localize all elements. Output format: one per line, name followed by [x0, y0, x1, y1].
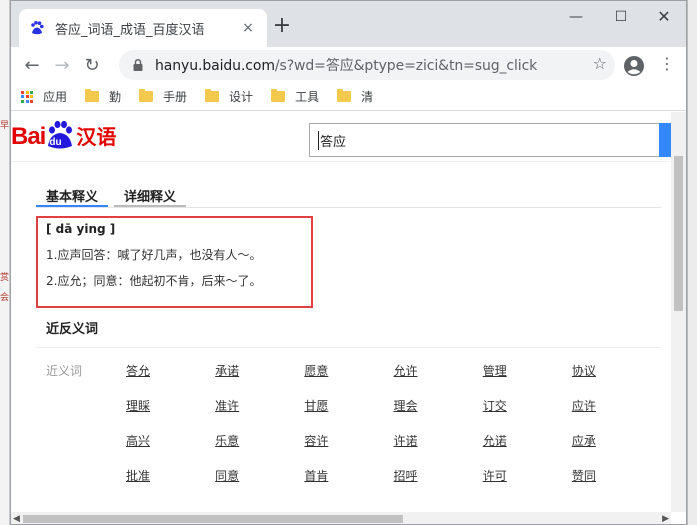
- synonym-link[interactable]: 乐意: [215, 432, 304, 467]
- synonym-link[interactable]: 协议: [572, 362, 661, 397]
- synonym-link[interactable]: 准许: [215, 397, 304, 432]
- folder-icon: [337, 89, 352, 102]
- baidu-hanyu-logo[interactable]: Bai du 汉语: [11, 120, 116, 150]
- account-icon[interactable]: [623, 55, 645, 77]
- synonym-link[interactable]: 高兴: [126, 432, 215, 467]
- minimize-button[interactable]: —: [556, 5, 596, 29]
- bookmark-folder[interactable]: 勤: [85, 88, 121, 105]
- background-text: 早: [0, 121, 10, 131]
- synonym-row: 批准 同意 首肯 招呼 许可 赞同: [126, 467, 661, 502]
- bookmark-label: 工具: [295, 90, 320, 104]
- browser-window: 答应_词语_成语_百度汉语 × + — ☐ ✕ ← → ↻ hanyu.baid…: [10, 0, 687, 525]
- back-button[interactable]: ←: [17, 50, 47, 80]
- url-path: /s?wd=答应&ptype=zici&tn=sug_click: [274, 58, 538, 74]
- lock-icon: [133, 58, 143, 71]
- logo-text-du: du: [49, 137, 62, 148]
- synonym-link[interactable]: 理睬: [126, 397, 215, 432]
- search-input-value: 答应: [318, 130, 346, 150]
- bookmark-label: 手册: [163, 90, 188, 104]
- search-input[interactable]: 答应: [309, 123, 661, 157]
- background-window-edge: 早 赏 会: [0, 0, 10, 525]
- bookmark-apps[interactable]: 应用: [21, 88, 67, 105]
- baidu-favicon-icon: [31, 21, 44, 35]
- horizontal-scrollbar[interactable]: ◀ ▶: [11, 512, 671, 524]
- folder-icon: [205, 89, 220, 102]
- synonym-link[interactable]: 允许: [394, 362, 483, 397]
- reload-button[interactable]: ↻: [77, 50, 107, 80]
- url-text: hanyu.baidu.com/s?wd=答应&ptype=zici&tn=su…: [155, 55, 537, 75]
- tab-strip: 答应_词语_成语_百度汉语 × + — ☐ ✕: [11, 1, 686, 47]
- tab-title: 答应_词语_成语_百度汉语: [55, 22, 205, 38]
- synonym-link[interactable]: 同意: [215, 467, 304, 502]
- tab-close-icon[interactable]: ×: [239, 20, 257, 36]
- bookmark-folder[interactable]: 清: [337, 88, 373, 105]
- background-window-edge-right: [687, 0, 697, 525]
- synonym-row: 答允 承诺 愿意 允许 管理 协议: [126, 362, 661, 397]
- browser-menu-icon[interactable]: ⋮: [659, 52, 675, 76]
- folder-icon: [139, 89, 154, 102]
- bookmarks-bar: 应用 勤 手册 设计 工具 清: [11, 83, 686, 111]
- scroll-right-arrow-icon[interactable]: ▶: [662, 514, 669, 524]
- synonym-link[interactable]: 甘愿: [304, 397, 393, 432]
- close-window-button[interactable]: ✕: [644, 5, 684, 29]
- synonym-link[interactable]: 容许: [304, 432, 393, 467]
- synonym-link[interactable]: 招呼: [394, 467, 483, 502]
- tab-basic-definition[interactable]: 基本释义: [36, 176, 109, 207]
- browser-tab[interactable]: 答应_词语_成语_百度汉语 ×: [19, 9, 267, 47]
- synonym-link[interactable]: 承诺: [215, 362, 304, 397]
- definition-tabs: 基本释义 详细释义: [36, 176, 661, 208]
- synonym-link[interactable]: 答允: [126, 362, 215, 397]
- baidu-paw-icon: du: [46, 120, 74, 150]
- logo-text-hanyu: 汉语: [76, 125, 117, 149]
- scroll-left-arrow-icon[interactable]: ◀: [13, 514, 20, 524]
- site-header: Bai du 汉语 答应: [11, 112, 686, 162]
- search-button[interactable]: [659, 123, 671, 157]
- synonym-link[interactable]: 订交: [483, 397, 572, 432]
- bookmark-label: 勤: [109, 90, 122, 104]
- basic-definition-block: [ dā ying ] 1.应声回答：喊了好几声，也没有人～。 2.应允；同意：…: [36, 208, 661, 308]
- synonym-row: 理睬 准许 甘愿 理会 订交 应许: [126, 397, 661, 432]
- main-content: 基本释义 详细释义 [ dā ying ] 1.应声回答：喊了好几声，也没有人～…: [36, 176, 661, 502]
- synonym-link[interactable]: 允诺: [483, 432, 572, 467]
- synonym-link[interactable]: 愿意: [304, 362, 393, 397]
- new-tab-button[interactable]: +: [269, 15, 295, 37]
- address-bar[interactable]: hanyu.baidu.com/s?wd=答应&ptype=zici&tn=su…: [119, 50, 615, 80]
- synonym-link[interactable]: 应承: [572, 432, 661, 467]
- bookmark-label: 设计: [229, 90, 254, 104]
- bookmark-folder[interactable]: 工具: [271, 88, 319, 105]
- page-viewport: Bai du 汉语 答应 基本释义 详细释义 [dā ying] 1.应声回…: [11, 112, 686, 524]
- folder-icon: [271, 89, 286, 102]
- browser-toolbar: ← → ↻ hanyu.baidu.com/s?wd=答应&ptype=zici…: [11, 47, 686, 83]
- annotation-highlight-box: [36, 216, 313, 308]
- synonym-link[interactable]: 批准: [126, 467, 215, 502]
- bookmark-label: 应用: [43, 90, 68, 104]
- synonym-link[interactable]: 理会: [394, 397, 483, 432]
- background-text: 会: [0, 293, 10, 303]
- bookmark-star-icon[interactable]: ☆: [593, 54, 607, 73]
- synonym-grid: 近义词 答允 承诺 愿意 允许 管理 协议 理睬 准许 甘愿 理会 订交 应许: [36, 348, 661, 502]
- forward-button[interactable]: →: [47, 50, 77, 80]
- apps-grid-icon: [21, 90, 33, 103]
- bookmark-label: 清: [361, 90, 374, 104]
- synonym-row: 高兴 乐意 容许 许诺 允诺 应承: [126, 432, 661, 467]
- bookmark-folder[interactable]: 手册: [139, 88, 187, 105]
- vertical-scrollbar[interactable]: [671, 112, 686, 512]
- synonym-link[interactable]: 应许: [572, 397, 661, 432]
- logo-text-bai: Bai: [11, 123, 46, 150]
- maximize-button[interactable]: ☐: [601, 5, 641, 29]
- background-text: 赏: [0, 273, 10, 283]
- url-host: hanyu.baidu.com: [155, 58, 275, 74]
- folder-icon: [85, 89, 100, 102]
- synonym-link[interactable]: 许可: [483, 467, 572, 502]
- horizontal-scroll-thumb[interactable]: [23, 515, 403, 523]
- bookmark-folder[interactable]: 设计: [205, 88, 253, 105]
- synonym-link[interactable]: 管理: [483, 362, 572, 397]
- synonym-link[interactable]: 首肯: [304, 467, 393, 502]
- synonym-link[interactable]: 赞同: [572, 467, 661, 502]
- vertical-scroll-thumb[interactable]: [674, 156, 683, 311]
- synonym-label: 近义词: [46, 364, 83, 378]
- synonym-link[interactable]: 许诺: [394, 432, 483, 467]
- synonym-section-title: 近反义词: [36, 308, 661, 348]
- tab-detailed-definition[interactable]: 详细释义: [114, 176, 187, 207]
